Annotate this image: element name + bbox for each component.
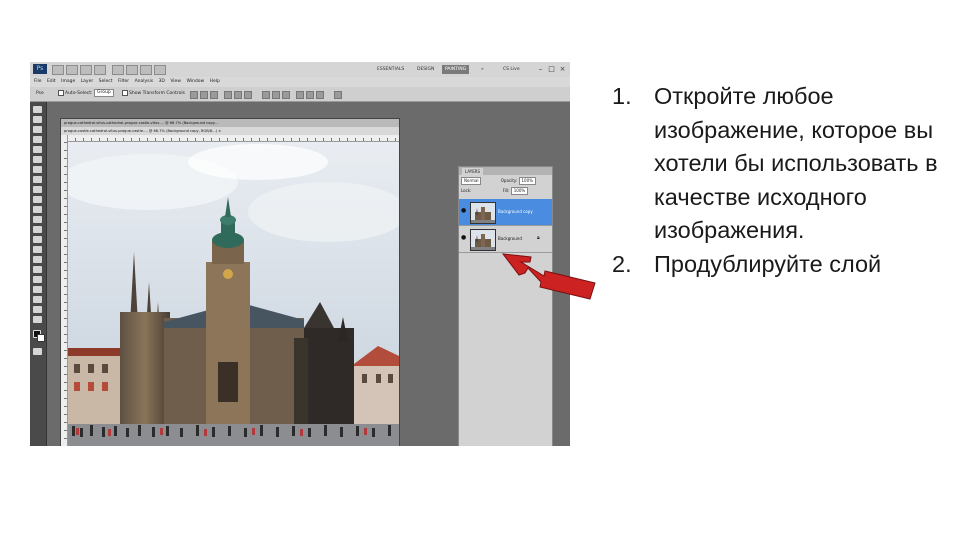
- step-text: Откройте любое изображение, которое вы х…: [654, 83, 938, 244]
- step-number: 1.: [612, 83, 632, 109]
- instructions: 1. Откройте любое изображение, которое в…: [612, 80, 942, 282]
- step-text: Продублируйте слой: [654, 250, 882, 277]
- steps-list: 1. Откройте любое изображение, которое в…: [612, 80, 942, 282]
- step-number: 2.: [612, 250, 632, 277]
- step-2: 2. Продублируйте слой: [612, 248, 942, 282]
- step-1: 1. Откройте любое изображение, которое в…: [612, 80, 942, 248]
